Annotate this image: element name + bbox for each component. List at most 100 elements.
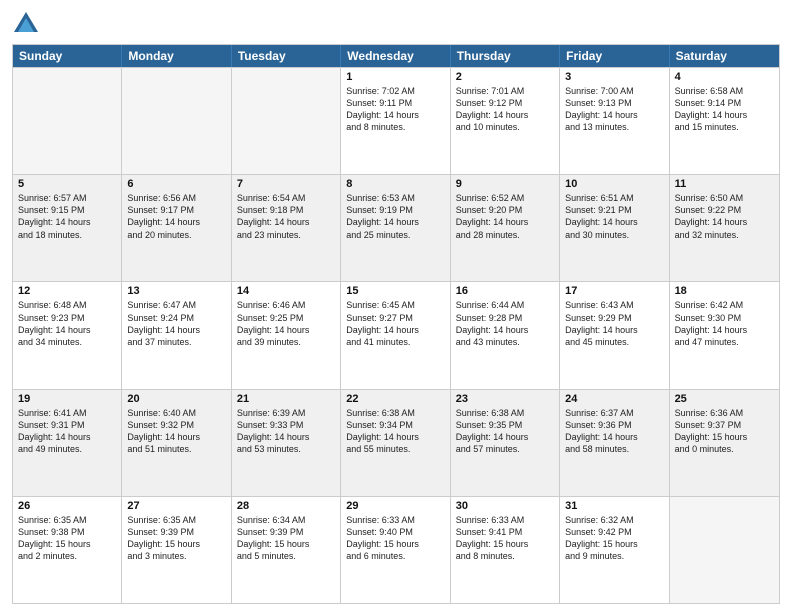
- cal-cell-19: 19 Sunrise: 6:41 AM Sunset: 9:31 PM Dayli…: [13, 390, 122, 496]
- cal-cell-26: 26 Sunrise: 6:35 AM Sunset: 9:38 PM Dayli…: [13, 497, 122, 603]
- day-info: Sunrise: 6:50 AM Sunset: 9:22 PM Dayligh…: [675, 192, 774, 241]
- day-number: 20: [127, 393, 225, 405]
- day-number: 6: [127, 178, 225, 190]
- cal-cell-25: 25 Sunrise: 6:36 AM Sunset: 9:37 PM Dayli…: [670, 390, 779, 496]
- calendar-row-3: 12 Sunrise: 6:48 AM Sunset: 9:23 PM Dayli…: [13, 281, 779, 388]
- day-number: 27: [127, 500, 225, 512]
- cal-cell-18: 18 Sunrise: 6:42 AM Sunset: 9:30 PM Dayli…: [670, 282, 779, 388]
- day-info: Sunrise: 6:53 AM Sunset: 9:19 PM Dayligh…: [346, 192, 444, 241]
- calendar-row-5: 26 Sunrise: 6:35 AM Sunset: 9:38 PM Dayli…: [13, 496, 779, 603]
- day-info: Sunrise: 6:44 AM Sunset: 9:28 PM Dayligh…: [456, 299, 554, 348]
- day-info: Sunrise: 6:57 AM Sunset: 9:15 PM Dayligh…: [18, 192, 116, 241]
- cal-cell-8: 8 Sunrise: 6:53 AM Sunset: 9:19 PM Daylig…: [341, 175, 450, 281]
- day-info: Sunrise: 6:33 AM Sunset: 9:40 PM Dayligh…: [346, 514, 444, 563]
- day-number: 10: [565, 178, 663, 190]
- day-info: Sunrise: 7:02 AM Sunset: 9:11 PM Dayligh…: [346, 85, 444, 134]
- logo: [12, 10, 44, 38]
- day-number: 17: [565, 285, 663, 297]
- day-number: 16: [456, 285, 554, 297]
- day-number: 13: [127, 285, 225, 297]
- day-number: 22: [346, 393, 444, 405]
- day-info: Sunrise: 6:48 AM Sunset: 9:23 PM Dayligh…: [18, 299, 116, 348]
- day-number: 24: [565, 393, 663, 405]
- calendar-body: 1Sunrise: 7:02 AM Sunset: 9:11 PM Daylig…: [13, 67, 779, 603]
- cal-cell-empty: [13, 68, 122, 174]
- day-number: 25: [675, 393, 774, 405]
- day-info: Sunrise: 6:41 AM Sunset: 9:31 PM Dayligh…: [18, 407, 116, 456]
- cal-cell-29: 29 Sunrise: 6:33 AM Sunset: 9:40 PM Dayli…: [341, 497, 450, 603]
- cal-cell-23: 23Sunrise: 6:38 AM Sunset: 9:35 PM Dayli…: [451, 390, 560, 496]
- day-number: 28: [237, 500, 335, 512]
- day-number: 5: [18, 178, 116, 190]
- cal-cell-11: 11 Sunrise: 6:50 AM Sunset: 9:22 PM Dayli…: [670, 175, 779, 281]
- day-number: 29: [346, 500, 444, 512]
- cal-cell-empty: [670, 497, 779, 603]
- cal-header-saturday: Saturday: [670, 45, 779, 67]
- day-info: Sunrise: 6:43 AM Sunset: 9:29 PM Dayligh…: [565, 299, 663, 348]
- cal-cell-14: 14 Sunrise: 6:46 AM Sunset: 9:25 PM Dayli…: [232, 282, 341, 388]
- cal-cell-15: 15Sunrise: 6:45 AM Sunset: 9:27 PM Dayli…: [341, 282, 450, 388]
- cal-cell-10: 10 Sunrise: 6:51 AM Sunset: 9:21 PM Dayli…: [560, 175, 669, 281]
- calendar: SundayMondayTuesdayWednesdayThursdayFrid…: [12, 44, 780, 604]
- cal-cell-empty: [122, 68, 231, 174]
- cal-cell-13: 13 Sunrise: 6:47 AM Sunset: 9:24 PM Dayli…: [122, 282, 231, 388]
- day-number: 30: [456, 500, 554, 512]
- cal-cell-28: 28 Sunrise: 6:34 AM Sunset: 9:39 PM Dayli…: [232, 497, 341, 603]
- cal-cell-27: 27 Sunrise: 6:35 AM Sunset: 9:39 PM Dayli…: [122, 497, 231, 603]
- cal-cell-17: 17 Sunrise: 6:43 AM Sunset: 9:29 PM Dayli…: [560, 282, 669, 388]
- day-number: 31: [565, 500, 663, 512]
- cal-cell-2: 2 Sunrise: 7:01 AM Sunset: 9:12 PM Daylig…: [451, 68, 560, 174]
- day-number: 12: [18, 285, 116, 297]
- day-info: Sunrise: 6:51 AM Sunset: 9:21 PM Dayligh…: [565, 192, 663, 241]
- day-number: 14: [237, 285, 335, 297]
- day-number: 21: [237, 393, 335, 405]
- logo-icon: [12, 10, 40, 38]
- day-info: Sunrise: 7:00 AM Sunset: 9:13 PM Dayligh…: [565, 85, 663, 134]
- calendar-row-2: 5 Sunrise: 6:57 AM Sunset: 9:15 PM Daylig…: [13, 174, 779, 281]
- day-info: Sunrise: 6:32 AM Sunset: 9:42 PM Dayligh…: [565, 514, 663, 563]
- cal-header-tuesday: Tuesday: [232, 45, 341, 67]
- header: [12, 10, 780, 38]
- day-info: Sunrise: 6:54 AM Sunset: 9:18 PM Dayligh…: [237, 192, 335, 241]
- day-info: Sunrise: 6:37 AM Sunset: 9:36 PM Dayligh…: [565, 407, 663, 456]
- day-number: 15: [346, 285, 444, 297]
- day-number: 7: [237, 178, 335, 190]
- day-number: 11: [675, 178, 774, 190]
- day-number: 3: [565, 71, 663, 83]
- day-info: Sunrise: 7:01 AM Sunset: 9:12 PM Dayligh…: [456, 85, 554, 134]
- cal-cell-24: 24 Sunrise: 6:37 AM Sunset: 9:36 PM Dayli…: [560, 390, 669, 496]
- day-info: Sunrise: 6:38 AM Sunset: 9:34 PM Dayligh…: [346, 407, 444, 456]
- cal-cell-3: 3 Sunrise: 7:00 AM Sunset: 9:13 PM Daylig…: [560, 68, 669, 174]
- day-number: 19: [18, 393, 116, 405]
- day-info: Sunrise: 6:58 AM Sunset: 9:14 PM Dayligh…: [675, 85, 774, 134]
- day-number: 2: [456, 71, 554, 83]
- day-info: Sunrise: 6:39 AM Sunset: 9:33 PM Dayligh…: [237, 407, 335, 456]
- cal-cell-16: 16 Sunrise: 6:44 AM Sunset: 9:28 PM Dayli…: [451, 282, 560, 388]
- calendar-row-1: 1Sunrise: 7:02 AM Sunset: 9:11 PM Daylig…: [13, 67, 779, 174]
- cal-cell-12: 12 Sunrise: 6:48 AM Sunset: 9:23 PM Dayli…: [13, 282, 122, 388]
- cal-header-thursday: Thursday: [451, 45, 560, 67]
- cal-header-monday: Monday: [122, 45, 231, 67]
- day-info: Sunrise: 6:46 AM Sunset: 9:25 PM Dayligh…: [237, 299, 335, 348]
- day-info: Sunrise: 6:42 AM Sunset: 9:30 PM Dayligh…: [675, 299, 774, 348]
- day-info: Sunrise: 6:36 AM Sunset: 9:37 PM Dayligh…: [675, 407, 774, 456]
- cal-cell-30: 30Sunrise: 6:33 AM Sunset: 9:41 PM Dayli…: [451, 497, 560, 603]
- cal-cell-7: 7 Sunrise: 6:54 AM Sunset: 9:18 PM Daylig…: [232, 175, 341, 281]
- cal-cell-22: 22 Sunrise: 6:38 AM Sunset: 9:34 PM Dayli…: [341, 390, 450, 496]
- day-number: 8: [346, 178, 444, 190]
- page: SundayMondayTuesdayWednesdayThursdayFrid…: [0, 0, 792, 612]
- day-info: Sunrise: 6:56 AM Sunset: 9:17 PM Dayligh…: [127, 192, 225, 241]
- cal-cell-6: 6 Sunrise: 6:56 AM Sunset: 9:17 PM Daylig…: [122, 175, 231, 281]
- cal-header-friday: Friday: [560, 45, 669, 67]
- cal-cell-4: 4Sunrise: 6:58 AM Sunset: 9:14 PM Daylig…: [670, 68, 779, 174]
- day-info: Sunrise: 6:35 AM Sunset: 9:38 PM Dayligh…: [18, 514, 116, 563]
- day-number: 26: [18, 500, 116, 512]
- day-info: Sunrise: 6:34 AM Sunset: 9:39 PM Dayligh…: [237, 514, 335, 563]
- day-number: 9: [456, 178, 554, 190]
- day-info: Sunrise: 6:47 AM Sunset: 9:24 PM Dayligh…: [127, 299, 225, 348]
- day-number: 18: [675, 285, 774, 297]
- day-info: Sunrise: 6:35 AM Sunset: 9:39 PM Dayligh…: [127, 514, 225, 563]
- day-info: Sunrise: 6:52 AM Sunset: 9:20 PM Dayligh…: [456, 192, 554, 241]
- cal-cell-empty: [232, 68, 341, 174]
- cal-header-sunday: Sunday: [13, 45, 122, 67]
